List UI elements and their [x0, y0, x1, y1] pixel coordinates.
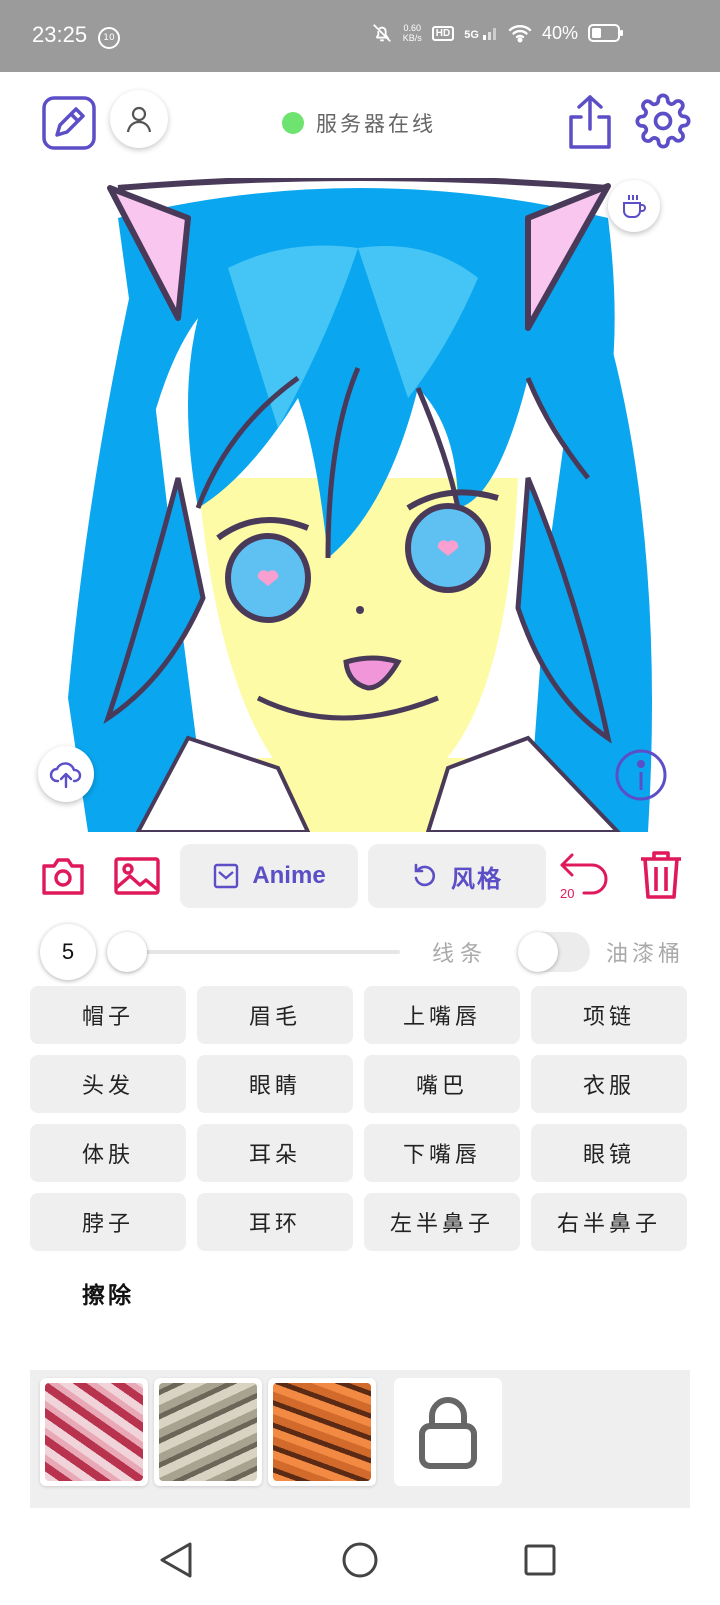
hd-badge: HD [431, 25, 455, 41]
server-status: 服务器在线 [282, 108, 436, 138]
part-button[interactable]: 衣服 [531, 1055, 687, 1113]
server-status-dot [282, 112, 304, 134]
draw-mode-button[interactable] [40, 94, 98, 152]
battery-icon [588, 24, 623, 42]
part-button[interactable]: 头发 [30, 1055, 186, 1113]
paint-bucket-toggle[interactable] [518, 932, 590, 972]
gallery-button[interactable] [112, 854, 162, 898]
share-icon [569, 95, 611, 149]
status-icons: 0.60 KB/s HD 5G 40% [371, 22, 624, 44]
top-bar: 服务器在线 [0, 88, 720, 158]
recents-icon[interactable] [522, 1542, 558, 1578]
texture-swatch[interactable] [40, 1378, 148, 1486]
texture-swatch[interactable] [268, 1378, 376, 1486]
part-button[interactable]: 眉毛 [197, 986, 353, 1044]
part-button[interactable]: 帽子 [30, 986, 186, 1044]
battery-percent: 40% [541, 22, 578, 43]
mail-icon [214, 863, 239, 889]
part-button[interactable]: 体肤 [30, 1124, 186, 1182]
erase-button[interactable]: 擦除 [82, 1276, 134, 1310]
coffee-cup-icon [623, 195, 646, 218]
user-icon [126, 106, 152, 133]
anime-model-button[interactable]: Anime [180, 844, 358, 908]
share-button[interactable] [562, 92, 618, 152]
style-button[interactable]: 风格 [368, 844, 546, 908]
part-button[interactable]: 耳朵 [197, 1124, 353, 1182]
net-speed-value: 0.60 [403, 23, 422, 33]
notification-badge: 10 [98, 27, 120, 49]
brush-size-slider-thumb[interactable] [107, 932, 147, 972]
part-button[interactable]: 右半鼻子 [531, 1193, 687, 1251]
paint-bucket-label: 油漆桶 [606, 942, 685, 967]
info-button[interactable] [614, 748, 668, 802]
parts-grid: 帽子 眉毛 上嘴唇 项链 头发 眼睛 嘴巴 衣服 体肤 耳朵 下嘴唇 眼镜 脖子… [30, 986, 690, 1251]
brush-settings: 5 线条 油漆桶 [0, 922, 720, 980]
drawing-canvas[interactable] [28, 178, 692, 832]
rotate-icon [414, 863, 436, 887]
part-button[interactable]: 上嘴唇 [364, 986, 520, 1044]
coffee-button[interactable] [608, 180, 660, 232]
pencil-square-icon [42, 96, 96, 150]
style-label: 风格 [451, 864, 503, 893]
part-button[interactable]: 项链 [531, 986, 687, 1044]
signal-label: 5G [464, 29, 479, 41]
part-button[interactable]: 嘴巴 [364, 1055, 520, 1113]
toolbar: Anime 风格 20 [0, 842, 720, 908]
cloud-upload-icon [49, 762, 82, 789]
server-status-label: 服务器在线 [316, 112, 436, 136]
net-speed: 0.60 KB/s [403, 23, 422, 43]
back-icon[interactable] [158, 1540, 194, 1580]
anime-drawing [68, 178, 652, 832]
brush-size-value: 5 [40, 924, 96, 980]
upload-button[interactable] [38, 746, 94, 802]
camera-icon [42, 858, 84, 895]
status-time: 23:25 [32, 22, 88, 47]
system-nav-bar [0, 1526, 720, 1605]
wifi-icon [508, 25, 532, 43]
texture-swatch[interactable] [154, 1378, 262, 1486]
lock-icon [419, 1397, 477, 1469]
part-button[interactable]: 下嘴唇 [364, 1124, 520, 1182]
line-mode-label: 线条 [432, 942, 489, 967]
mute-bell-icon [372, 24, 391, 42]
image-icon [114, 857, 160, 895]
undo-count: 20 [560, 886, 575, 901]
texture-strip [30, 1370, 690, 1508]
part-button[interactable]: 眼镜 [531, 1124, 687, 1182]
status-bar: 23:25 10 0.60 KB/s HD 5G 40% [0, 0, 720, 72]
camera-button[interactable] [40, 854, 86, 898]
locked-texture[interactable] [394, 1378, 502, 1486]
info-icon [615, 749, 667, 801]
trash-icon [641, 851, 681, 899]
home-icon[interactable] [340, 1540, 380, 1580]
toggle-knob [518, 932, 558, 972]
signal-icon: 5G [464, 25, 498, 41]
net-speed-unit: KB/s [402, 33, 422, 43]
settings-button[interactable] [634, 92, 692, 150]
profile-button[interactable] [110, 90, 168, 148]
part-button[interactable]: 脖子 [30, 1193, 186, 1251]
part-button[interactable]: 左半鼻子 [364, 1193, 520, 1251]
part-button[interactable]: 耳环 [197, 1193, 353, 1251]
brush-size-track[interactable] [108, 950, 400, 954]
anime-label: Anime [252, 862, 326, 889]
part-button[interactable]: 眼睛 [197, 1055, 353, 1113]
clear-canvas-button[interactable] [636, 848, 686, 902]
gear-icon [635, 93, 691, 149]
